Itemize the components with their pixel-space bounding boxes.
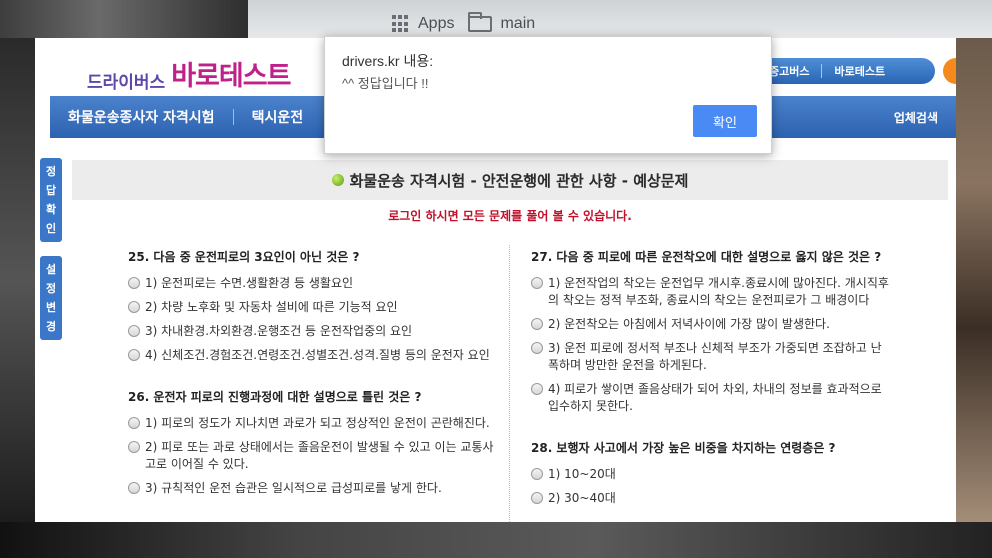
radio-button[interactable] xyxy=(531,277,543,289)
question-26: 26. 운전자 피로의 진행과정에 대한 설명으로 틀린 것은 ? 1) 피로의… xyxy=(128,389,498,497)
nav-item-company-search[interactable]: 업체검색 xyxy=(876,109,956,126)
question-title: 28. 보행자 사고에서 가장 높은 비중을 차지하는 연령층은 ? xyxy=(531,441,836,455)
question-title: 25. 다음 중 운전피로의 3요인이 아닌 것은 ? xyxy=(128,250,360,264)
question-28: 28. 보행자 사고에서 가장 높은 비중을 차지하는 연령층은 ? 1) 10… xyxy=(531,440,891,507)
login-notice: 로그인 하시면 모든 문제를 풀어 볼 수 있습니다. xyxy=(388,209,632,223)
ok-button[interactable]: 확인 xyxy=(693,105,757,137)
radio-button[interactable] xyxy=(128,277,140,289)
answer-option[interactable]: 1) 운전작업의 착오는 운전업무 개시후.종료시에 많아진다. 개시직후의 착… xyxy=(531,275,891,309)
background-photo-left xyxy=(0,38,35,522)
bookmarks: Apps main xyxy=(392,12,535,36)
radio-button[interactable] xyxy=(531,468,543,480)
option-text: 4) 신체조건.경험조건.연령조건.성별조건.성격.질병 등의 운전자 요인 xyxy=(145,348,490,362)
option-text: 2) 30~40대 xyxy=(548,491,616,505)
site-logo[interactable]: 드라이버스 바로테스트 xyxy=(87,54,291,93)
option-text: 2) 운전착오는 아침에서 저녁사이에 가장 많이 발생한다. xyxy=(548,317,830,331)
browser-bookmark-bar xyxy=(248,0,992,38)
dialog-title: drivers.kr 내용: xyxy=(342,53,434,69)
question-title: 26. 운전자 피로의 진행과정에 대한 설명으로 틀린 것은 ? xyxy=(128,390,422,404)
option-text: 3) 차내환경.차외환경.운행조건 등 운전작업중의 요인 xyxy=(145,324,413,338)
logo-big-text: 바로테스트 xyxy=(171,61,291,92)
bookmark-apps[interactable]: Apps xyxy=(392,15,454,33)
answer-option[interactable]: 4) 신체조건.경험조건.연령조건.성별조건.성격.질병 등의 운전자 요인 xyxy=(128,347,498,364)
orange-circle-icon[interactable] xyxy=(943,58,956,84)
green-bullet-icon xyxy=(331,174,344,186)
bookmark-main-label: main xyxy=(500,15,536,32)
question-column-left: 25. 다음 중 운전피로의 3요인이 아닌 것은 ? 1) 운전피로는 수면.… xyxy=(128,249,498,506)
option-text: 1) 운전작업의 착오는 운전업무 개시후.종료시에 많아진다. 개시직후의 착… xyxy=(548,276,889,307)
answer-option[interactable]: 1) 10~20대 xyxy=(531,466,891,483)
background-photo-right xyxy=(956,38,992,522)
side-tab-settings-label: 설정변경 xyxy=(45,263,57,333)
option-text: 2) 차량 노후화 및 자동차 설비에 따른 기능적 요인 xyxy=(145,300,398,314)
option-text: 1) 10~20대 xyxy=(548,467,616,481)
radio-button[interactable] xyxy=(531,383,543,395)
option-text: 4) 피로가 쌓이면 졸음상태가 되어 차외, 차내의 정보를 효과적으로 입수… xyxy=(548,382,882,413)
side-tab-check-answer-label: 정답확인 xyxy=(45,165,57,235)
option-text: 1) 피로의 정도가 지나치면 과로가 되고 정상적인 운전이 곤란해진다. xyxy=(145,416,490,430)
answer-option[interactable]: 2) 운전착오는 아침에서 저녁사이에 가장 많이 발생한다. xyxy=(531,316,891,333)
logo-small-text: 드라이버스 xyxy=(87,73,166,93)
column-divider xyxy=(509,245,510,522)
side-tab-settings[interactable]: 설정변경 xyxy=(40,256,62,340)
dialog-message: ^^ 정답입니다 !! xyxy=(342,76,429,91)
radio-button[interactable] xyxy=(531,342,543,354)
background-photo-top-left xyxy=(0,0,248,38)
alert-dialog: drivers.kr 내용: ^^ 정답입니다 !! 확인 xyxy=(324,36,772,154)
folder-icon xyxy=(468,12,493,32)
question-column-right: 27. 다음 중 피로에 따른 운전착오에 대한 설명으로 옳지 않은 것은 ?… xyxy=(531,249,891,516)
answer-option[interactable]: 4) 피로가 쌓이면 졸음상태가 되어 차외, 차내의 정보를 효과적으로 입수… xyxy=(531,381,891,415)
bookmark-apps-label: Apps xyxy=(418,15,455,32)
answer-option[interactable]: 1) 피로의 정도가 지나치면 과로가 되고 정상적인 운전이 곤란해진다. xyxy=(128,415,498,432)
answer-option[interactable]: 1) 운전피로는 수면.생활환경 등 생활요인 xyxy=(128,275,498,292)
bookmark-main[interactable]: main xyxy=(468,12,536,33)
answer-option[interactable]: 2) 30~40대 xyxy=(531,490,891,507)
background-photo-bottom xyxy=(0,522,992,558)
radio-button[interactable] xyxy=(531,318,543,330)
answer-option[interactable]: 3) 차내환경.차외환경.운행조건 등 운전작업중의 요인 xyxy=(128,323,498,340)
apps-grid-icon xyxy=(392,15,410,33)
side-tab-check-answer[interactable]: 정답확인 xyxy=(40,158,62,242)
page-title-text: 화물운송 자격시험 - 안전운행에 관한 사항 - 예상문제 xyxy=(349,171,689,190)
page-title: 화물운송 자격시험 - 안전운행에 관한 사항 - 예상문제 xyxy=(72,160,948,200)
option-text: 2) 피로 또는 과로 상태에서는 졸음운전이 발생될 수 있고 이는 교통사고… xyxy=(145,440,494,471)
question-27: 27. 다음 중 피로에 따른 운전착오에 대한 설명으로 옳지 않은 것은 ?… xyxy=(531,249,891,415)
radio-button[interactable] xyxy=(128,349,140,361)
nav-item-cargo-exam[interactable]: 화물운송종사자 자격시험 xyxy=(50,107,233,127)
question-25: 25. 다음 중 운전피로의 3요인이 아닌 것은 ? 1) 운전피로는 수면.… xyxy=(128,249,498,364)
top-link-barotest[interactable]: 바로테스트 xyxy=(822,63,897,79)
radio-button[interactable] xyxy=(128,417,140,429)
radio-button[interactable] xyxy=(128,301,140,313)
answer-option[interactable]: 3) 운전 피로에 정서적 부조나 신체적 부조가 가중되면 조잡하고 난폭하며… xyxy=(531,340,891,374)
answer-option[interactable]: 3) 규칙적인 운전 습관은 일시적으로 급성피로를 낳게 한다. xyxy=(128,480,498,497)
option-text: 1) 운전피로는 수면.생활환경 등 생활요인 xyxy=(145,276,354,290)
radio-button[interactable] xyxy=(128,441,140,453)
question-title: 27. 다음 중 피로에 따른 운전착오에 대한 설명으로 옳지 않은 것은 ? xyxy=(531,250,882,264)
top-links: 중고버스 바로테스트 xyxy=(757,58,935,84)
answer-option[interactable]: 2) 피로 또는 과로 상태에서는 졸음운전이 발생될 수 있고 이는 교통사고… xyxy=(128,439,498,473)
answer-option[interactable]: 2) 차량 노후화 및 자동차 설비에 따른 기능적 요인 xyxy=(128,299,498,316)
radio-button[interactable] xyxy=(128,325,140,337)
radio-button[interactable] xyxy=(128,482,140,494)
option-text: 3) 운전 피로에 정서적 부조나 신체적 부조가 가중되면 조잡하고 난폭하며… xyxy=(548,341,882,372)
option-text: 3) 규칙적인 운전 습관은 일시적으로 급성피로를 낳게 한다. xyxy=(145,481,442,495)
radio-button[interactable] xyxy=(531,492,543,504)
nav-item-taxi[interactable]: 택시운전 xyxy=(234,107,322,127)
